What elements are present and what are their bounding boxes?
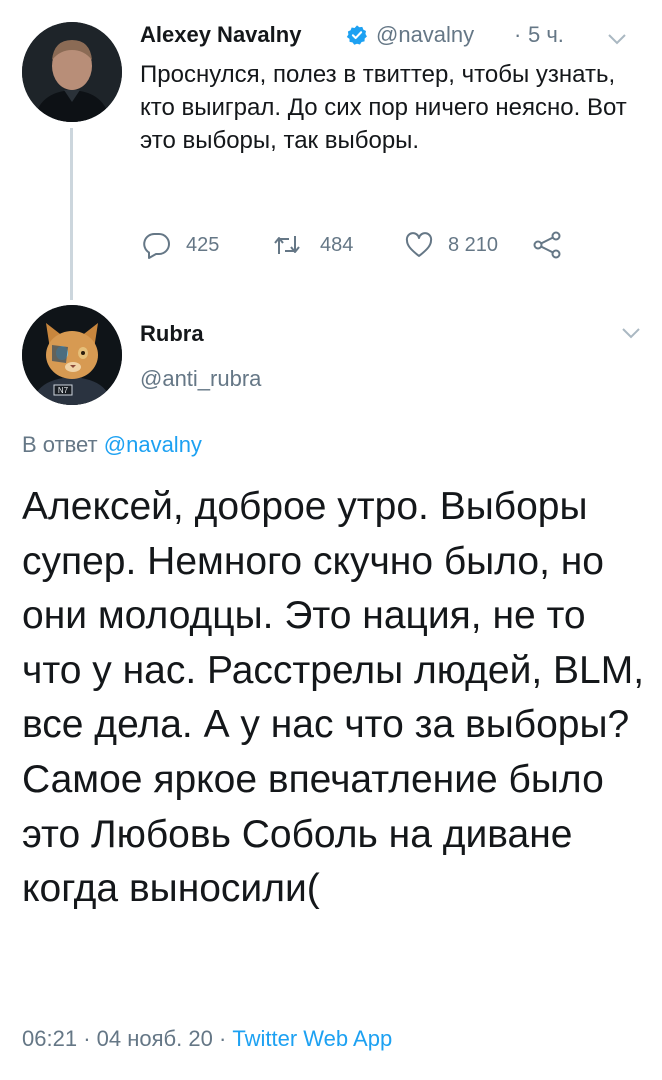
tweet2-meta: 06:21 · 04 нояб. 20 · Twitter Web App <box>22 1026 392 1052</box>
chevron-down-icon[interactable] <box>620 326 642 340</box>
avatar-badge-text: N7 <box>58 386 69 395</box>
reply-icon[interactable] <box>142 230 172 260</box>
tweet2-source-link[interactable]: Twitter Web App <box>232 1026 392 1051</box>
reply-to-prefix: В ответ <box>22 432 98 457</box>
tweet2-date[interactable]: 04 нояб. 20 <box>97 1026 213 1051</box>
retweet-icon[interactable] <box>272 230 302 260</box>
verified-badge-icon <box>346 25 367 45</box>
tweet1-text: Проснулся, полез в твиттер, чтобы узнать… <box>140 61 627 154</box>
reply-to-mention-link[interactable]: @navalny <box>104 432 202 457</box>
like-icon[interactable] <box>404 230 434 260</box>
tweet1-author-name[interactable]: Alexey Navalny <box>140 22 301 48</box>
share-icon[interactable] <box>532 230 562 260</box>
avatar-navalny-image <box>22 22 122 122</box>
tweet1-separator: · <box>514 22 522 47</box>
chevron-down-icon[interactable] <box>606 32 628 46</box>
reply-count: 425 <box>186 234 220 256</box>
meta-separator: · <box>218 1026 227 1051</box>
reply-context: В ответ @navalny <box>22 432 202 458</box>
thread-connector-line <box>70 128 73 300</box>
tweet2-handle[interactable]: @anti_rubra <box>140 366 261 392</box>
like-count: 8 210 <box>448 234 499 256</box>
meta-separator: · <box>83 1026 91 1051</box>
tweet1-timestamp[interactable]: 5 ч. <box>528 22 564 48</box>
avatar-navalny[interactable] <box>22 22 122 122</box>
tweet2-author-name[interactable]: Rubra <box>140 321 204 347</box>
tweet2-time[interactable]: 06:21 <box>22 1026 77 1051</box>
retweet-count: 484 <box>320 234 354 256</box>
tweet1-handle[interactable]: @navalny <box>376 22 474 48</box>
tweet2-text: Алексей, доброе утро. Выборы супер. Немн… <box>22 485 645 911</box>
avatar-rubra-image: N7 <box>22 305 122 405</box>
avatar-rubra[interactable]: N7 <box>22 305 122 405</box>
